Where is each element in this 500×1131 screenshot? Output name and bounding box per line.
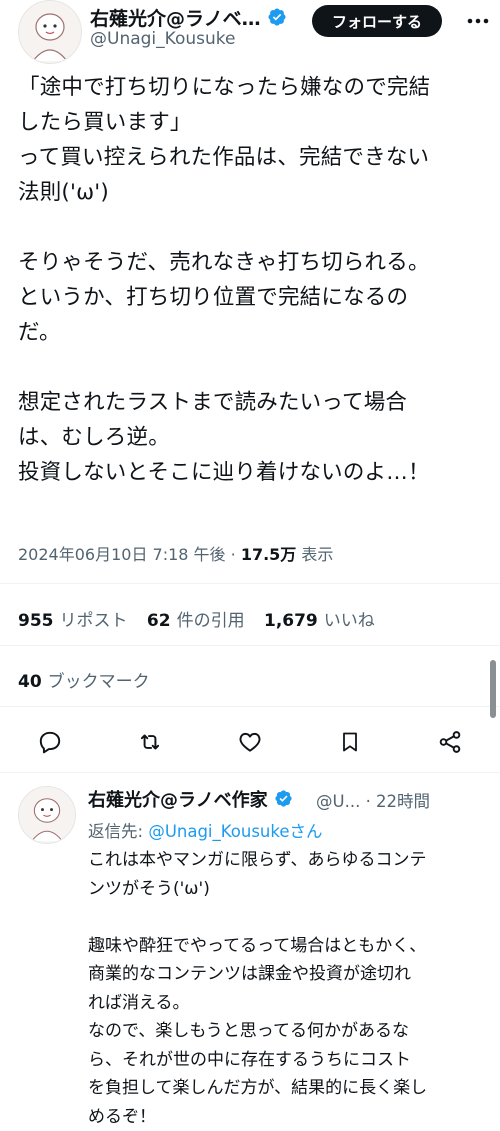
reply-meta: @U... · 22時間: [316, 788, 430, 812]
views-count: 17.5万: [240, 545, 297, 564]
reply-to-prefix: 返信先:: [88, 822, 149, 841]
quotes-label: 件の引用: [176, 611, 245, 631]
user-handle[interactable]: @Unagi_Kousuke: [90, 29, 235, 49]
divider: [0, 706, 500, 707]
reply-to-line: 返信先: @Unagi_Kousukeさん: [88, 818, 323, 842]
display-name-text: 右薙光介@ラノベ…: [90, 8, 261, 30]
likes-count: 1,679: [263, 611, 318, 631]
engagement-stats: 955 リポスト 62 件の引用 1,679 いいね: [18, 606, 375, 631]
timestamp[interactable]: 2024年06月10日 7:18 午後: [18, 545, 226, 564]
reposts-stat[interactable]: 955 リポスト: [18, 611, 142, 631]
reply-display-name-text: 右薙光介@ラノベ作家: [88, 790, 268, 811]
reply-to-suffix: さん: [289, 822, 323, 841]
bookmarks-label: ブックマーク: [47, 672, 150, 692]
reply-to-link[interactable]: @Unagi_Kousuke: [148, 822, 289, 841]
reply-avatar[interactable]: [18, 786, 76, 844]
share-icon[interactable]: [430, 722, 470, 762]
display-name[interactable]: 右薙光介@ラノベ…: [90, 4, 287, 32]
follow-button[interactable]: フォローする: [312, 5, 442, 37]
scrollbar[interactable]: [490, 660, 496, 718]
bookmarks-count: 40: [18, 672, 42, 692]
tweet-meta: 2024年06月10日 7:18 午後 · 17.5万 表示: [18, 541, 333, 565]
verified-badge-icon: [274, 789, 293, 813]
action-bar: [0, 722, 500, 762]
verified-badge-icon: [267, 7, 287, 32]
reposts-label: リポスト: [59, 611, 128, 631]
reply-time[interactable]: · 22時間: [366, 792, 431, 811]
quotes-stat[interactable]: 62 件の引用: [147, 611, 259, 631]
meta-separator: ·: [230, 545, 236, 564]
reply-icon[interactable]: [30, 722, 70, 762]
reply-display-name[interactable]: 右薙光介@ラノベ作家: [88, 786, 293, 813]
reply-text: これは本やマンガに限らず、あらゆるコンテ ンツがそう('ω') 趣味や酔狂でやっ…: [88, 850, 428, 1127]
reposts-count: 955: [18, 611, 54, 631]
bookmark-icon[interactable]: [330, 722, 370, 762]
reply-handle[interactable]: @U...: [316, 792, 360, 811]
avatar[interactable]: [18, 0, 82, 64]
tweet-text: 「途中で打ち切りになったら嫌なので完結 したら買います」 って買い控えられた作品…: [18, 75, 431, 485]
bookmarks-stat[interactable]: 40 ブックマーク: [18, 667, 150, 692]
divider: [0, 772, 500, 773]
likes-stat[interactable]: 1,679 いいね: [264, 611, 375, 631]
views-label: 表示: [301, 545, 334, 564]
quotes-count: 62: [146, 611, 171, 631]
like-icon[interactable]: [230, 722, 270, 762]
divider: [0, 645, 500, 646]
divider: [0, 583, 500, 584]
repost-icon[interactable]: [130, 722, 170, 762]
likes-label: いいね: [323, 611, 375, 631]
more-options-icon[interactable]: [462, 8, 494, 34]
